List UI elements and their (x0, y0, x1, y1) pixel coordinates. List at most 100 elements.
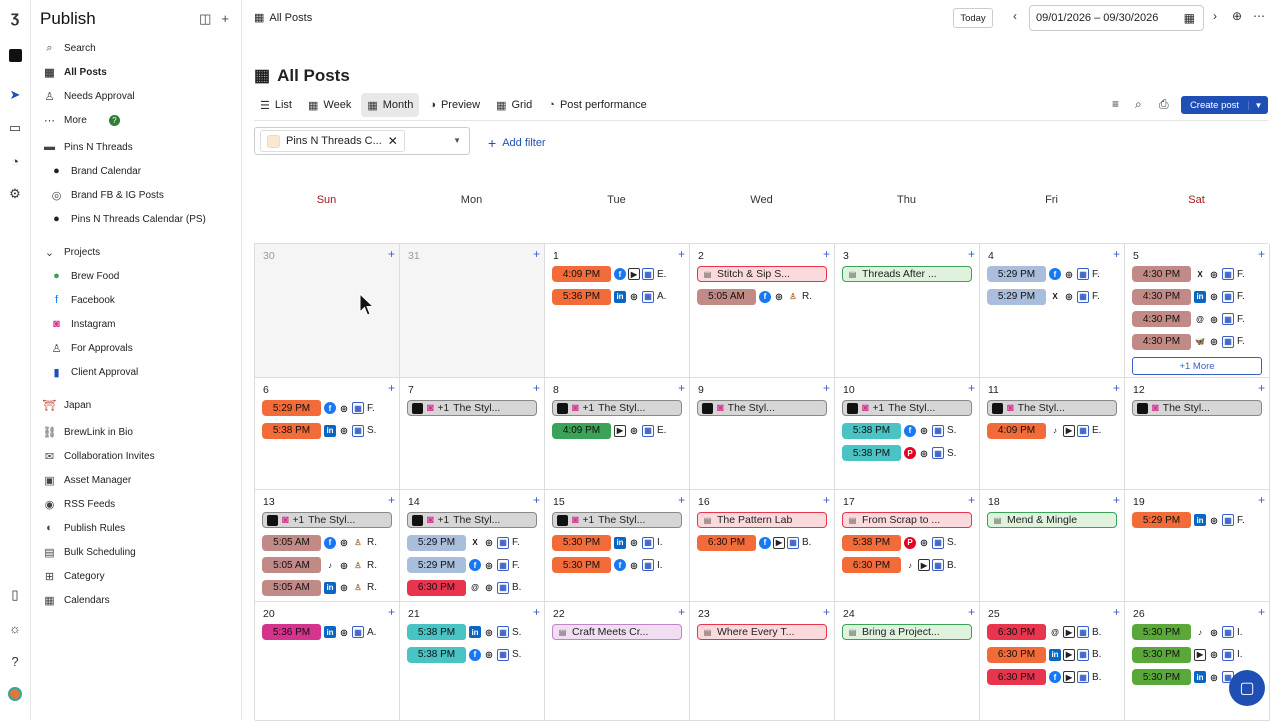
tab-post-performance[interactable]: ◔ Post performance (542, 93, 652, 117)
calendar-day-cell[interactable]: 4 +5:29 PM f ◎ ▦ F. 5:29 PM X ◎ ▦ F. (980, 244, 1125, 378)
add-filter-button[interactable]: + Add filter (488, 135, 546, 151)
calendar-day-cell[interactable]: 16 + ▤ The Pattern Lab 6:30 PM f ▶ ▦ B. (690, 490, 835, 602)
prev-arrow-icon[interactable]: ‹ (1013, 9, 1017, 23)
add-post-plus-icon[interactable]: + (533, 493, 540, 507)
export-icon[interactable]: ⎙ (1159, 97, 1169, 112)
add-post-plus-icon[interactable]: + (1258, 605, 1265, 619)
add-post-plus-icon[interactable]: + (1113, 605, 1120, 619)
scheduled-post[interactable]: 5:29 PM X ◎ ▦ F. (407, 534, 537, 551)
post-chip[interactable]: ▤ Threads After ... (842, 266, 972, 282)
scheduled-post[interactable]: 5:30 PM ▶ ◎ ▦ I. (1132, 646, 1262, 663)
scheduled-post[interactable]: 5:29 PM f ◎ ▦ F. (407, 557, 537, 573)
post-chip[interactable]: ◙ +1 The Styl... (552, 400, 682, 416)
scheduled-post[interactable]: 6:30 PM f ▶ ▦ B. (697, 534, 827, 551)
search-icon[interactable]: ⌕ (1135, 97, 1142, 112)
add-post-plus-icon[interactable]: + (1113, 381, 1120, 395)
scheduled-post[interactable]: 5:05 AM ♪ ◎ ♙ R. (262, 557, 392, 573)
add-post-plus-icon[interactable]: + (823, 247, 830, 261)
add-post-plus-icon[interactable]: + (1258, 381, 1265, 395)
scheduled-post[interactable]: 6:30 PM @ ◎ ▦ B. (407, 579, 537, 596)
date-range-picker[interactable]: 09/01/2026 – 09/30/2026 ▦ (1029, 5, 1204, 31)
filter-select[interactable]: Pins N Threads C... ✕ ▼ (254, 127, 470, 155)
sidebar-item-instagram[interactable]: ◙ Instagram (50, 314, 115, 334)
calendar-day-cell[interactable]: 8 + ◙ +1 The Styl... 4:09 PM ▶ ◎ ▦ E. (545, 378, 690, 490)
analytics-icon[interactable]: ◔ (7, 153, 23, 169)
avatar[interactable] (7, 686, 23, 702)
add-post-plus-icon[interactable]: + (533, 605, 540, 619)
sidebar-item-brewlink-in-bio[interactable]: ⛓ BrewLink in Bio (43, 422, 133, 442)
help-icon[interactable]: ? (7, 653, 23, 669)
sidebar-item-needs-approval[interactable]: ♙ Needs Approval (43, 86, 135, 106)
post-chip[interactable]: ▤ Craft Meets Cr... (552, 624, 682, 640)
close-icon[interactable]: ✕ (388, 134, 398, 148)
add-post-plus-icon[interactable]: + (1258, 493, 1265, 507)
add-post-plus-icon[interactable]: + (1113, 247, 1120, 261)
calendar-day-cell[interactable]: 6 +5:29 PM f ◎ ▦ F. 5:38 PM in ◎ ▦ S. (255, 378, 400, 490)
sidebar-item-publish-rules[interactable]: ◐ Publish Rules (43, 518, 125, 538)
scheduled-post[interactable]: 4:30 PM X ◎ ▦ F. (1132, 266, 1262, 282)
scheduled-post[interactable]: 6:30 PM ♪ ▶ ▦ B. (842, 557, 972, 573)
scheduled-post[interactable]: 5:38 PM f ◎ ▦ S. (407, 646, 537, 663)
calendar-day-cell[interactable]: 31 + (400, 244, 545, 378)
post-chip[interactable]: ◙ The Styl... (697, 400, 827, 416)
sidebar-item-brand-fb-ig-posts[interactable]: ◎ Brand FB & IG Posts (50, 185, 164, 205)
inbox-icon[interactable]: ▭ (7, 120, 23, 136)
filter-chip[interactable]: Pins N Threads C... ✕ (260, 130, 405, 152)
calendar-day-cell[interactable]: 22 + ▤ Craft Meets Cr... (545, 602, 690, 721)
calendar-day-cell[interactable]: 17 + ▤ From Scrap to ... 5:38 PM P ◎ ▦ S. 6:30 PM… (835, 490, 980, 602)
scheduled-post[interactable]: 5:29 PM in ◎ ▦ F. (1132, 512, 1262, 528)
sidebar-item-category[interactable]: ⊞ Category (43, 566, 105, 586)
publish-icon[interactable] (7, 47, 23, 63)
calendar-day-cell[interactable]: 5 +4:30 PM X ◎ ▦ F. 4:30 PM in ◎ ▦ F. 4:30 PM @ ◎ ▦ F. 4… (1125, 244, 1270, 378)
sun-icon[interactable]: ☼ (7, 620, 23, 636)
sidebar-item-client-approval[interactable]: ▮ Client Approval (50, 362, 138, 382)
calendar-day-cell[interactable]: 19 +5:29 PM in ◎ ▦ F. (1125, 490, 1270, 602)
post-chip[interactable]: ▤ The Pattern Lab (697, 512, 827, 528)
calendar-day-cell[interactable]: 25 +6:30 PM @ ▶ ▦ B. 6:30 PM in ▶ ▦ B. 6:30 PM f ▶ ▦ B. (980, 602, 1125, 721)
add-post-plus-icon[interactable]: + (823, 493, 830, 507)
scheduled-post[interactable]: 5:36 PM in ◎ ▦ A. (262, 624, 392, 640)
sidebar-item-for-approvals[interactable]: ♙ For Approvals (50, 338, 133, 358)
tab-list[interactable]: ☰ List (254, 93, 298, 117)
tab-week[interactable]: ▦ Week (302, 93, 357, 117)
more-options-icon[interactable]: ⋯ (1253, 9, 1265, 23)
sidebar-item-rss-feeds[interactable]: ◉ RSS Feeds (43, 494, 115, 514)
send-icon[interactable]: ➤ (7, 87, 23, 103)
scheduled-post[interactable]: 5:30 PM f ◎ ▦ I. (552, 557, 682, 573)
add-post-plus-icon[interactable]: + (968, 247, 975, 261)
add-post-plus-icon[interactable]: + (388, 493, 395, 507)
tab-preview[interactable]: ◑ Preview (423, 93, 486, 117)
chat-support-button[interactable]: ▢ (1229, 670, 1265, 706)
calendar-day-cell[interactable]: 15 + ◙ +1 The Styl... 5:30 PM in ◎ ▦ I. 5:30 PM f ◎ ▦… (545, 490, 690, 602)
post-chip[interactable]: ◙ +1 The Styl... (842, 400, 972, 416)
calendar-day-cell[interactable]: 21 +5:38 PM in ◎ ▦ S. 5:38 PM f ◎ ▦ S. (400, 602, 545, 721)
sidebar-item-facebook[interactable]: f Facebook (50, 290, 115, 310)
create-post-button[interactable]: Create post ▼ (1181, 96, 1268, 114)
post-chip[interactable]: ▤ Stitch & Sip S... (697, 266, 827, 282)
add-post-plus-icon[interactable]: + (678, 605, 685, 619)
scheduled-post[interactable]: 6:30 PM f ▶ ▦ B. (987, 669, 1117, 685)
scheduled-post[interactable]: 5:36 PM in ◎ ▦ A. (552, 288, 682, 305)
add-post-plus-icon[interactable]: + (968, 493, 975, 507)
post-chip[interactable]: ◙ +1 The Styl... (407, 400, 537, 416)
add-post-plus-icon[interactable]: + (388, 381, 395, 395)
scheduled-post[interactable]: 4:09 PM ♪ ▶ ▦ E. (987, 422, 1117, 439)
add-icon[interactable]: + (221, 11, 229, 27)
sidebar-item-projects[interactable]: ⌄ Projects (43, 242, 100, 262)
scheduled-post[interactable]: 5:30 PMin◎▦I. (552, 534, 682, 551)
mobile-icon[interactable]: ▯ (7, 587, 23, 603)
sidebar-item-pins-n-threads[interactable]: ▬ Pins N Threads (43, 137, 133, 157)
post-chip[interactable]: ◙ +1 The Styl... (262, 512, 392, 528)
scheduled-post[interactable]: 5:38 PM in ◎ ▦ S. (262, 422, 392, 439)
brand-logo-icon[interactable]: ʒ (7, 9, 23, 26)
scheduled-post[interactable]: 4:09 PM f ▶ ▦ E. (552, 266, 682, 282)
add-post-plus-icon[interactable]: + (678, 381, 685, 395)
add-post-plus-icon[interactable]: + (388, 605, 395, 619)
calendar-day-cell[interactable]: 2 + ▤ Stitch & Sip S... 5:05 AM f ◎ ♙ R. (690, 244, 835, 378)
calendar-day-cell[interactable]: 3 + ▤ Threads After ... (835, 244, 980, 378)
add-post-plus-icon[interactable]: + (1113, 493, 1120, 507)
calendar-day-cell[interactable]: 18 + ▤ Mend & Mingle (980, 490, 1125, 602)
post-chip[interactable]: ▤ Mend & Mingle (987, 512, 1117, 528)
scheduled-post[interactable]: 5:05 AM f ◎ ♙ R. (262, 534, 392, 551)
calendar-day-cell[interactable]: 11 + ◙ The Styl... 4:09 PM ♪ ▶ ▦ E. (980, 378, 1125, 490)
